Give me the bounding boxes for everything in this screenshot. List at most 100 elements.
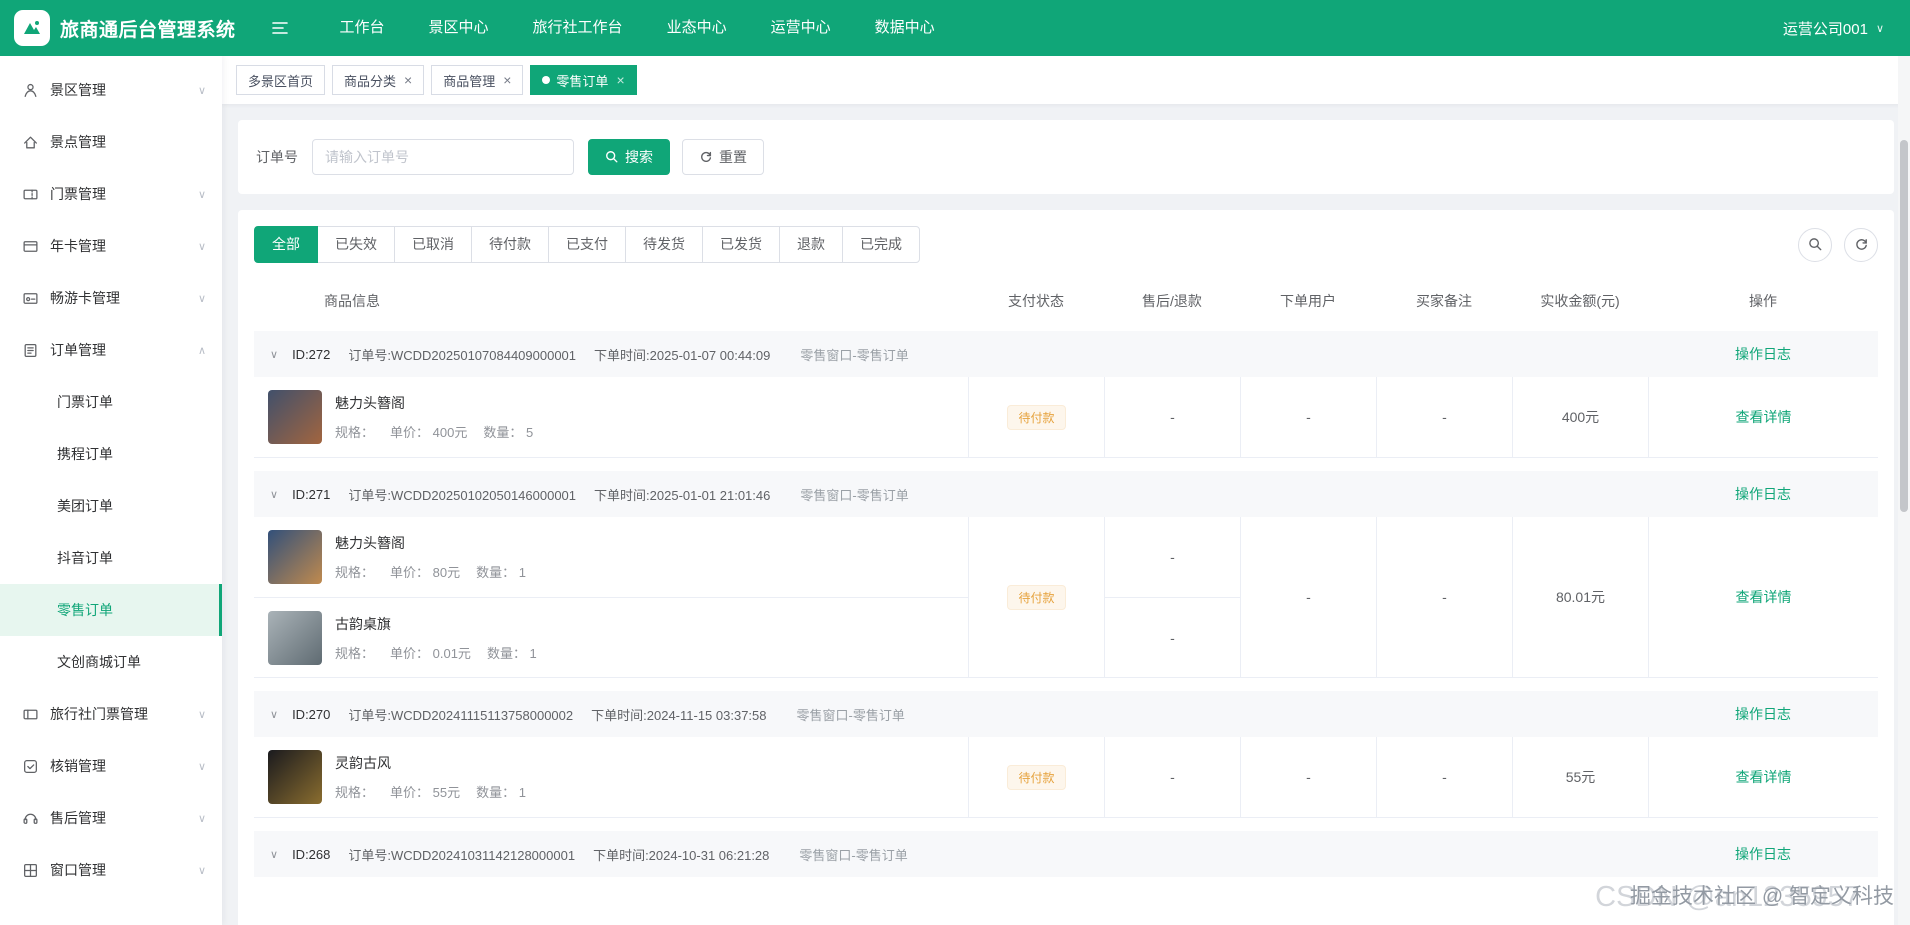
topnav-item[interactable]: 数据中心 xyxy=(853,0,957,56)
buyer-remark-cell: - xyxy=(1376,737,1512,817)
table-actions xyxy=(1798,227,1878,262)
amount-cell: 55元 xyxy=(1512,737,1648,817)
filter-tab[interactable]: 待发货 xyxy=(625,226,703,263)
sidebar-subitem[interactable]: 抖音订单 xyxy=(0,532,222,584)
sidebar-subitem[interactable]: 携程订单 xyxy=(0,428,222,480)
product-cell: 古韵桌旗 规格： 单价： 0.01元 数量： 1 xyxy=(254,597,968,677)
search-button[interactable]: 搜索 xyxy=(588,139,670,175)
tab-item[interactable]: 商品管理 × xyxy=(431,65,524,95)
ticket-icon xyxy=(22,186,39,203)
sidebar-subitem[interactable]: 美团订单 xyxy=(0,480,222,532)
scrollbar-thumb[interactable] xyxy=(1900,140,1908,512)
sidebar-item[interactable]: 窗口管理 ∨ xyxy=(0,844,222,896)
order-source: 零售窗口-零售订单 xyxy=(800,347,909,363)
order-id: ID:271 xyxy=(292,486,331,502)
sidebar-item[interactable]: 景点管理 xyxy=(0,116,222,168)
tab-label: 商品管理 xyxy=(443,73,496,89)
filter-tab[interactable]: 已支付 xyxy=(548,226,626,263)
sidebar-item[interactable]: 核销管理 ∨ xyxy=(0,740,222,792)
refund-cell: - xyxy=(1104,377,1240,457)
close-icon[interactable]: × xyxy=(503,72,511,88)
order-body: 魅力头簪阁 规格： 单价： 400元 数量： 5- 待付款 - -400元 查看详情 xyxy=(254,377,1878,458)
pay-status-badge: 待付款 xyxy=(1007,404,1066,430)
filter-tab[interactable]: 已发货 xyxy=(702,226,780,263)
sidebar-subitem[interactable]: 零售订单 xyxy=(0,584,222,636)
product-spec: 规格： 单价： 0.01元 数量： 1 xyxy=(335,643,537,662)
view-detail-link[interactable]: 查看详情 xyxy=(1736,587,1792,607)
column-header: 下单用户 xyxy=(1280,293,1336,309)
sidebar-item[interactable]: 年卡管理 ∨ xyxy=(0,220,222,272)
annual-card-icon xyxy=(22,238,39,255)
order-group-header: ∨ ID:272 订单号:WCDD20250107084409000001 下单时间:… xyxy=(254,331,1878,377)
operation-log-link[interactable]: 操作日志 xyxy=(1735,486,1791,502)
filter-tab[interactable]: 待付款 xyxy=(471,226,549,263)
operation-log-link[interactable]: 操作日志 xyxy=(1735,346,1791,362)
quantity: 数量： 5 xyxy=(483,425,534,440)
operation-log-link[interactable]: 操作日志 xyxy=(1735,846,1791,862)
table-refresh-button[interactable] xyxy=(1844,227,1878,262)
tab-label: 商品分类 xyxy=(344,73,397,89)
sidebar-item[interactable]: 景区管理 ∨ xyxy=(0,64,222,116)
sidebar-item[interactable]: 门票管理 ∨ xyxy=(0,168,222,220)
sidebar-item[interactable]: 畅游卡管理 ∨ xyxy=(0,272,222,324)
product-info: 灵韵古风 规格： 单价： 55元 数量： 1 xyxy=(335,753,526,801)
order-group-info: ∨ ID:270 订单号:WCDD20241115113758000002 下单时间:… xyxy=(254,705,1648,724)
order-no-input[interactable] xyxy=(312,139,574,175)
orders-panel: 全部 已失效 已取消 待付款 已支付 待发货 已发货 退款 已完成 商品信息 支付状态 售后/退款下… xyxy=(238,210,1894,925)
view-detail-link[interactable]: 查看详情 xyxy=(1736,767,1792,787)
order-group-info: ∨ ID:268 订单号:WCDD20241031142128000001 下单时间:… xyxy=(254,845,1648,864)
order-group: ∨ ID:270 订单号:WCDD20241115113758000002 下单时间:… xyxy=(254,691,1878,818)
agency-ticket-icon xyxy=(22,706,39,723)
scrollbar[interactable] xyxy=(1898,56,1910,925)
chevron-down-icon: ∨ xyxy=(197,84,206,97)
window-icon xyxy=(22,862,39,879)
topnav-item[interactable]: 运营中心 xyxy=(749,0,853,56)
sidebar-item[interactable]: 旅行社门票管理 ∨ xyxy=(0,688,222,740)
reset-button[interactable]: 重置 xyxy=(682,139,764,175)
filter-tab[interactable]: 已完成 xyxy=(842,226,920,263)
chevron-down-icon: ∨ xyxy=(1875,22,1884,35)
sidebar-collapse-button[interactable] xyxy=(266,14,294,42)
view-detail-link[interactable]: 查看详情 xyxy=(1736,407,1792,427)
topnav-item[interactable]: 景区中心 xyxy=(407,0,511,56)
filter-tab[interactable]: 全部 xyxy=(254,226,318,263)
pay-status-cell: 待付款 xyxy=(968,377,1104,457)
scenic-area-icon xyxy=(22,82,39,99)
tab-item[interactable]: 多景区首页 xyxy=(236,65,326,95)
search-icon xyxy=(606,151,618,163)
sidebar-subitem[interactable]: 门票订单 xyxy=(0,376,222,428)
close-icon[interactable]: × xyxy=(404,72,412,88)
operation-log-link[interactable]: 操作日志 xyxy=(1735,706,1791,722)
order-body: 魅力头簪阁 规格： 单价： 80元 数量： 1- 古韵桌旗 规格： 单价： 0.01元 数量：… xyxy=(254,517,1878,678)
order-group: ∨ ID:268 订单号:WCDD20241031142128000001 下单时间:… xyxy=(254,831,1878,877)
order-group-info: ∨ ID:272 订单号:WCDD20250107084409000001 下单时间:… xyxy=(254,345,1648,364)
topnav-item[interactable]: 旅行社工作台 xyxy=(511,0,645,56)
action-cell: 查看详情 xyxy=(1648,377,1878,457)
chevron-down-icon[interactable]: ∨ xyxy=(254,708,292,721)
filter-tab[interactable]: 已失效 xyxy=(317,226,395,263)
sidebar-item[interactable]: 售后管理 ∨ xyxy=(0,792,222,844)
tab-item[interactable]: 零售订单 × xyxy=(530,65,637,95)
filter-tab[interactable]: 已取消 xyxy=(394,226,472,263)
order-number: 订单号:WCDD20241115113758000002 xyxy=(348,707,574,723)
filter-tab[interactable]: 退款 xyxy=(779,226,843,263)
sidebar-item[interactable]: 订单管理 ∧ xyxy=(0,324,222,376)
chevron-down-icon: ∨ xyxy=(197,760,206,773)
refund-cell: - xyxy=(1104,517,1240,597)
chevron-down-icon[interactable]: ∨ xyxy=(254,488,292,501)
sidebar-item-label: 景区管理 xyxy=(50,82,106,98)
tab-item[interactable]: 商品分类 × xyxy=(332,65,425,95)
company-selector[interactable]: 运营公司001 ∨ xyxy=(1783,18,1884,39)
chevron-down-icon[interactable]: ∨ xyxy=(254,348,292,361)
sidebar-item-label: 景点管理 xyxy=(50,134,106,150)
order-number: 订单号:WCDD20250102050146000001 xyxy=(348,487,577,503)
topnav-item[interactable]: 业态中心 xyxy=(645,0,749,56)
sidebar-subitem[interactable]: 文创商城订单 xyxy=(0,636,222,688)
chevron-down-icon[interactable]: ∨ xyxy=(254,848,292,861)
table-search-button[interactable] xyxy=(1798,227,1832,262)
topnav-item[interactable]: 工作台 xyxy=(318,0,407,56)
close-icon[interactable]: × xyxy=(616,72,624,88)
scenic-spot-icon xyxy=(22,134,39,151)
tags-bar: 多景区首页 商品分类 × 商品管理 × 零售订单 × xyxy=(222,56,1910,104)
hamburger-icon xyxy=(271,22,288,34)
